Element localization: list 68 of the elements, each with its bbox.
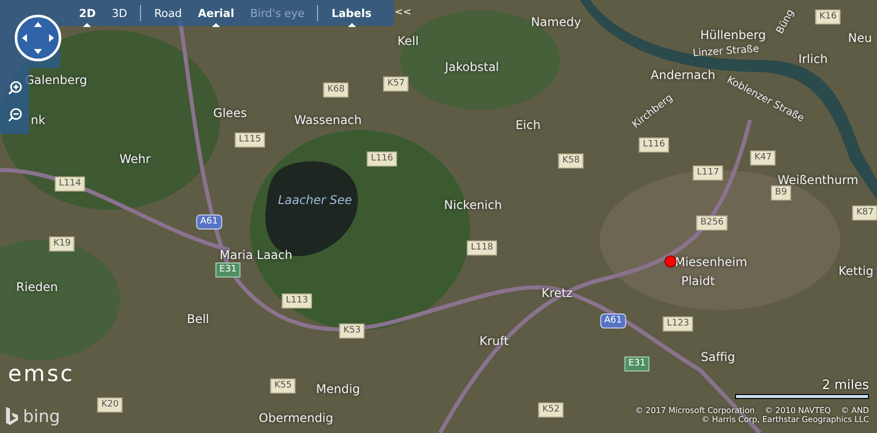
place-label: Eich — [515, 119, 541, 131]
place-label: Miesenheim — [674, 256, 748, 268]
place-label: Nickenich — [444, 199, 502, 211]
emsc-logo: emsc — [8, 364, 75, 386]
road-shield: K53 — [339, 324, 365, 338]
road-shield: K87 — [852, 206, 877, 220]
zoom-in-icon[interactable] — [6, 80, 22, 96]
road-shield: L115 — [234, 132, 266, 148]
road-shield: L123 — [662, 316, 694, 332]
place-label: Galenberg — [24, 74, 88, 86]
collapse-toolbar-button[interactable]: << — [394, 8, 412, 18]
place-label: Rieden — [16, 281, 58, 293]
copyright-text: © Harris Corp, Earthstar Geographics LLC — [701, 416, 869, 424]
road-shield: K47 — [750, 150, 776, 166]
place-label: Plaidt — [681, 275, 715, 287]
scale-label: 2 miles — [822, 379, 869, 392]
road-shield: K58 — [558, 154, 584, 168]
road-shield: L117 — [692, 166, 724, 180]
road-shield: E31 — [215, 262, 241, 278]
copyright-text: © 2010 NAVTEQ — [764, 407, 831, 415]
place-label: Namedy — [530, 16, 582, 28]
lake-label: Laacher See — [278, 194, 352, 206]
road-shield: B256 — [696, 216, 728, 230]
place-label: Kruft — [479, 335, 509, 347]
bing-logo-icon — [4, 406, 20, 428]
road-shield: L113 — [282, 294, 312, 308]
copyright-text: © AND — [840, 407, 869, 415]
place-label: Saffig — [700, 351, 736, 363]
pan-control-icon[interactable] — [14, 14, 62, 62]
place-label: Wehr — [119, 153, 151, 165]
copyright-text: © 2017 Microsoft Corporation — [635, 407, 755, 415]
road-shield: L116 — [366, 152, 398, 166]
place-label: Obermendig — [258, 412, 334, 424]
road-shield: K16 — [815, 10, 841, 24]
place-label: Glees — [213, 107, 247, 119]
place-label: Irlich — [798, 53, 828, 65]
place-label: Weißenthurm — [778, 174, 858, 186]
road-shield: L116 — [638, 138, 670, 152]
road-shield: A61 — [196, 214, 222, 230]
place-label: Kettig — [838, 265, 874, 277]
place-label: nk — [30, 114, 46, 126]
location-marker-icon — [664, 255, 677, 268]
place-label: Kretz — [542, 287, 572, 299]
road-shield: K19 — [49, 236, 75, 252]
street-label: Linzer Straße — [692, 44, 760, 60]
map-view-tab[interactable]: 3D — [108, 4, 130, 22]
bing-logo: bing — [23, 408, 60, 426]
road-shield: A61 — [600, 314, 626, 328]
place-label: Wassenach — [294, 114, 362, 126]
place-label: Andernach — [650, 69, 716, 81]
road-shield: K68 — [323, 82, 349, 98]
road-shield: L114 — [54, 176, 86, 192]
place-label: Hüllenberg — [700, 29, 766, 41]
road-shield: K57 — [383, 76, 409, 92]
place-label: Mendig — [316, 383, 360, 395]
place-label: Kell — [397, 35, 419, 47]
road-shield: K20 — [97, 398, 123, 412]
road-shield: K55 — [270, 378, 296, 394]
road-shield: L118 — [466, 240, 498, 256]
place-label: Neu — [848, 32, 872, 44]
map-view-tab[interactable]: Road — [151, 4, 185, 22]
place-label: Jakobstal — [444, 61, 500, 73]
place-label: Bell — [186, 313, 210, 325]
place-label: Maria Laach — [220, 249, 292, 261]
road-shield: B9 — [771, 186, 791, 200]
road-shield: K52 — [538, 402, 564, 418]
road-shield: E31 — [624, 356, 650, 372]
zoom-out-icon[interactable] — [6, 106, 22, 122]
